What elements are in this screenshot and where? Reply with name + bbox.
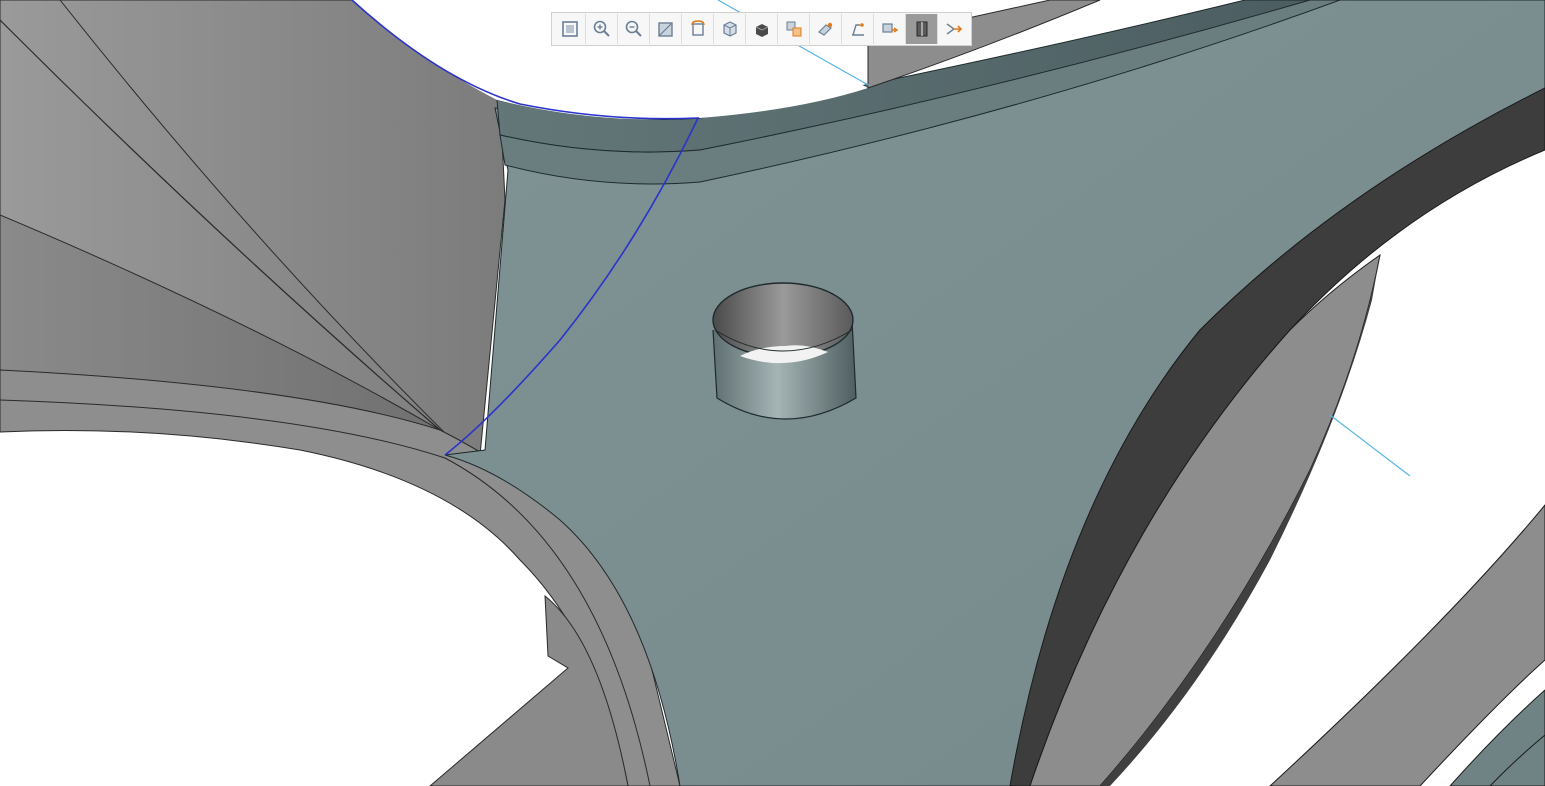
apply-scene-button[interactable] xyxy=(841,14,873,44)
edit-appearance-icon xyxy=(817,22,832,36)
display-style-button[interactable] xyxy=(745,14,777,44)
rotate-view-icon xyxy=(690,20,705,36)
view-settings-button[interactable] xyxy=(873,14,905,44)
graphics-viewport[interactable] xyxy=(0,0,1545,786)
zoom-out-icon xyxy=(625,20,642,37)
dimension-arrow-icon xyxy=(946,23,962,35)
rotate-view-button[interactable] xyxy=(681,14,713,44)
zoom-in-button[interactable] xyxy=(585,14,617,44)
hide-show-icon xyxy=(786,21,801,37)
view-front-button[interactable] xyxy=(649,14,681,44)
display-style-icon xyxy=(755,24,768,37)
section-view-button[interactable] xyxy=(905,14,937,44)
edit-appearance-button[interactable] xyxy=(809,14,841,44)
zoom-fit-button[interactable] xyxy=(554,14,585,44)
zoom-in-icon xyxy=(593,20,610,37)
boss-hole[interactable] xyxy=(712,282,857,420)
zoom-out-button[interactable] xyxy=(617,14,649,44)
zoom-fit-icon xyxy=(561,21,578,37)
apply-scene-icon xyxy=(851,23,864,36)
view-iso-button[interactable] xyxy=(713,14,745,44)
section-view-icon xyxy=(916,21,927,37)
dimension-arrow-button[interactable] xyxy=(937,14,969,44)
hide-show-button[interactable] xyxy=(777,14,809,44)
view-front-icon xyxy=(657,22,673,37)
view-toolbar xyxy=(551,12,972,46)
3d-model-view[interactable] xyxy=(0,0,1545,786)
view-iso-icon xyxy=(722,21,737,37)
view-settings-icon xyxy=(881,23,898,33)
